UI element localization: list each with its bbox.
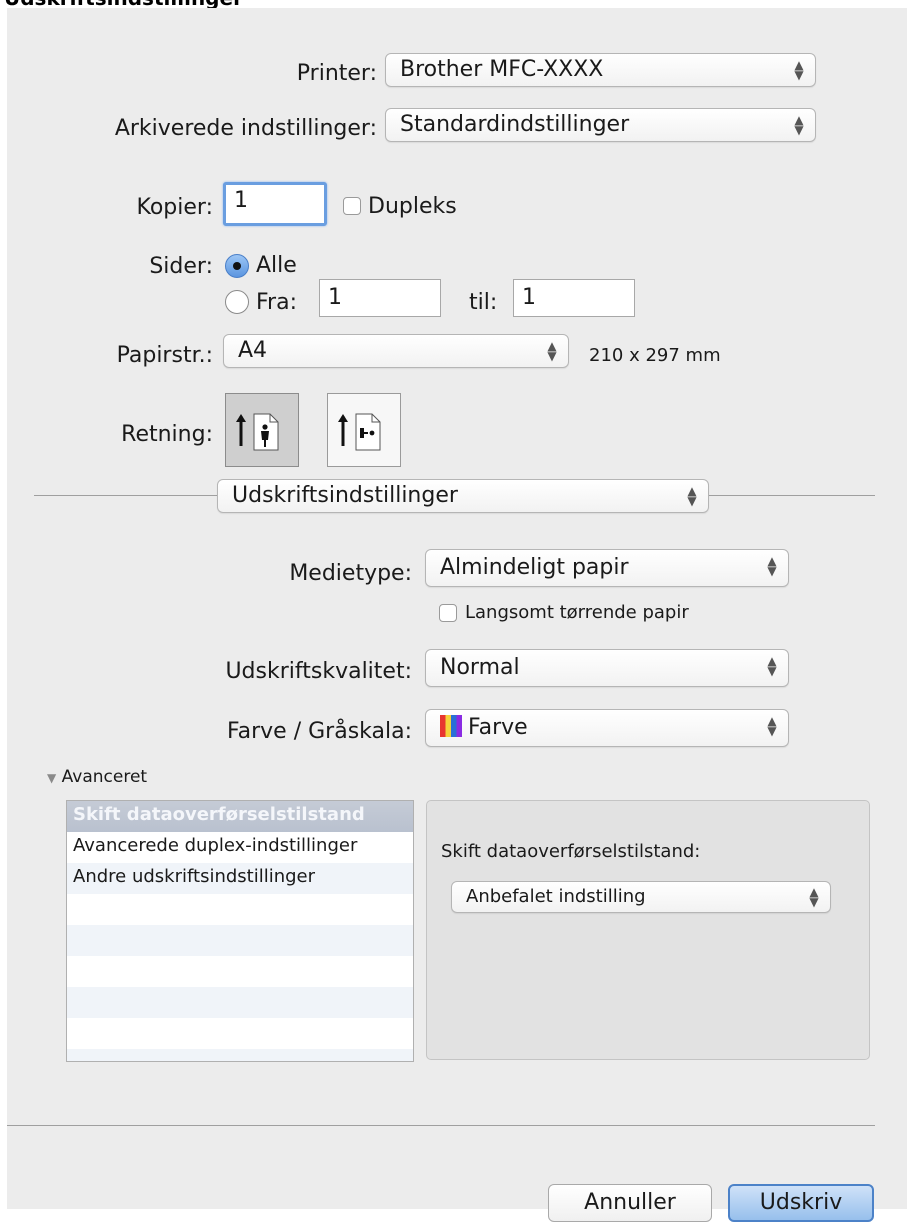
- section-popup[interactable]: Udskriftsindstillinger ▲ ▼: [217, 479, 709, 513]
- popup-arrows-icon: ▲ ▼: [687, 484, 697, 508]
- media-type-label: Medietype:: [289, 561, 412, 586]
- color-popup[interactable]: Farve ▲ ▼: [425, 709, 789, 747]
- presets-label: Arkiverede indstillinger:: [114, 116, 377, 141]
- pages-label: Sider:: [149, 254, 213, 279]
- printer-value: Brother MFC-XXXX: [400, 57, 604, 82]
- page-heading: Udskriftsindstillinger: [0, 0, 907, 8]
- transfer-mode-value: Anbefalet indstilling: [466, 886, 646, 907]
- color-value: Farve: [468, 715, 528, 740]
- media-type-popup[interactable]: Almindeligt papir ▲ ▼: [425, 549, 789, 587]
- popup-arrows-icon: ▲ ▼: [794, 113, 804, 137]
- color-label: Farve / Gråskala:: [227, 719, 412, 744]
- section-separator-right: [707, 495, 875, 496]
- advanced-list: Skift dataoverførselstilstand Avancerede…: [66, 800, 414, 1062]
- list-item-empty: [67, 894, 413, 925]
- pages-from-radio[interactable]: [225, 290, 249, 314]
- popup-arrows-icon: ▲ ▼: [809, 885, 819, 909]
- popup-arrows-icon: ▲ ▼: [794, 58, 804, 82]
- color-swatch-icon: [440, 715, 462, 737]
- pages-all-label: Alle: [256, 253, 297, 278]
- list-item-empty: [67, 956, 413, 987]
- paper-size-value: A4: [238, 338, 268, 363]
- popup-arrows-icon: ▲ ▼: [767, 714, 777, 738]
- media-type-value: Almindeligt papir: [440, 555, 629, 580]
- list-item[interactable]: Avancerede duplex-indstillinger: [67, 832, 413, 863]
- pages-all-radio[interactable]: [225, 254, 249, 278]
- landscape-orientation-button[interactable]: [327, 393, 401, 467]
- popup-arrows-icon: ▲ ▼: [547, 339, 557, 363]
- duplex-checkbox[interactable]: [343, 197, 361, 215]
- pages-from-label: Fra:: [256, 290, 297, 315]
- quality-label: Udskriftskvalitet:: [225, 659, 412, 684]
- portrait-orientation-button[interactable]: [225, 393, 299, 467]
- copies-label: Kopier:: [136, 195, 213, 220]
- slow-dry-checkbox[interactable]: [439, 604, 457, 622]
- advanced-panel: Skift dataoverførselstilstand: Anbefalet…: [426, 800, 870, 1060]
- pages-to-field[interactable]: 1: [513, 279, 635, 317]
- paper-dimensions: 210 x 297 mm: [589, 345, 721, 366]
- paper-size-popup[interactable]: A4 ▲ ▼: [223, 334, 569, 368]
- list-item[interactable]: Andre udskriftsindstillinger: [67, 863, 413, 894]
- pages-from-field[interactable]: 1: [319, 279, 441, 317]
- disclosure-triangle-icon: ▼: [47, 771, 57, 785]
- list-item-empty: [67, 1049, 413, 1061]
- section-separator-left: [34, 495, 217, 496]
- quality-popup[interactable]: Normal ▲ ▼: [425, 649, 789, 687]
- list-item[interactable]: Skift dataoverførselstilstand: [67, 801, 413, 832]
- printer-label: Printer:: [296, 61, 377, 86]
- advanced-disclosure[interactable]: ▼ Avanceret: [47, 767, 147, 787]
- duplex-label: Dupleks: [368, 194, 457, 219]
- panel-title: Skift dataoverførselstilstand:: [441, 841, 701, 862]
- popup-arrows-icon: ▲ ▼: [767, 554, 777, 578]
- transfer-mode-popup[interactable]: Anbefalet indstilling ▲ ▼: [451, 881, 831, 913]
- paper-size-label: Papirstr.:: [116, 343, 213, 368]
- presets-value: Standardindstillinger: [400, 112, 630, 137]
- list-item-empty: [67, 1018, 413, 1049]
- cancel-button[interactable]: Annuller: [548, 1184, 712, 1222]
- advanced-label: Avanceret: [61, 767, 148, 787]
- bottom-separator: [7, 1125, 875, 1126]
- popup-arrows-icon: ▲ ▼: [767, 654, 777, 678]
- copies-field[interactable]: 1: [223, 182, 327, 226]
- section-popup-value: Udskriftsindstillinger: [232, 483, 458, 508]
- pages-to-label: til:: [469, 290, 498, 315]
- printer-popup[interactable]: Brother MFC-XXXX ▲ ▼: [385, 53, 816, 87]
- portrait-icon: [236, 413, 279, 451]
- slow-dry-label: Langsomt tørrende papir: [465, 602, 689, 623]
- list-item-empty: [67, 987, 413, 1018]
- presets-popup[interactable]: Standardindstillinger ▲ ▼: [385, 108, 816, 142]
- print-button[interactable]: Udskriv: [728, 1184, 874, 1222]
- list-item-empty: [67, 925, 413, 956]
- print-dialog: Printer: Brother MFC-XXXX ▲ ▼ Arkiverede …: [7, 8, 907, 1222]
- quality-value: Normal: [440, 655, 520, 680]
- orientation-label: Retning:: [121, 422, 213, 447]
- landscape-icon: [338, 413, 381, 451]
